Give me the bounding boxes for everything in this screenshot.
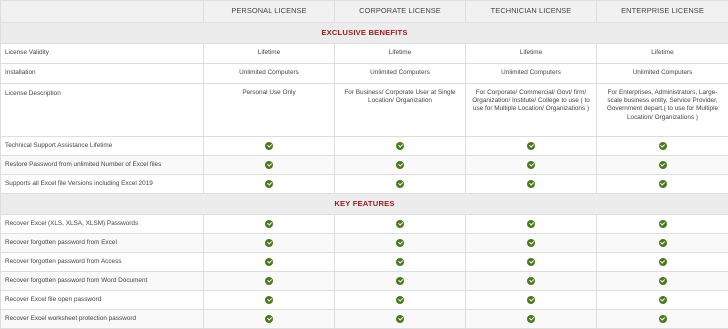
table-row-license-description: License Description Personal Use Only Fo… [1, 84, 728, 137]
row-label: Recover Excel worksheet protection passw… [1, 310, 204, 329]
check-circle-icon [265, 296, 273, 304]
table-row-restore-password: Restore Password from unlimited Number o… [1, 156, 728, 175]
cell-value: For Business/ Corporate User at Single L… [335, 84, 466, 137]
row-label: Restore Password from unlimited Number o… [1, 156, 204, 175]
check-circle-icon [527, 161, 535, 169]
cell-value: For Corporate/ Commercial/ Govt/ firm/ O… [466, 84, 597, 137]
check-circle-icon [265, 180, 273, 188]
header-blank-cell [1, 1, 204, 23]
row-label: Supports all Excel file Versions includi… [1, 175, 204, 194]
table-row-excel-versions: Supports all Excel file Versions includi… [1, 175, 728, 194]
check-circle-icon [527, 277, 535, 285]
check-circle-icon [659, 277, 667, 285]
cell-value: Unlimited Computers [466, 64, 597, 84]
row-label: Recover forgotten password from Excel [1, 234, 204, 253]
section-title: KEY FEATURES [1, 194, 728, 215]
row-label: Recover forgotten password from Access [1, 253, 204, 272]
table-row-technical-support: Technical Support Assistance Lifetime [1, 137, 728, 156]
cell-value: Personal Use Only [204, 84, 335, 137]
check-circle-icon [396, 258, 404, 266]
check-circle-icon [527, 239, 535, 247]
row-label: Recover Excel (XLS, XLSA, XLSM) Password… [1, 215, 204, 234]
check-circle-icon [396, 277, 404, 285]
cell-value: Unlimited Computers [204, 64, 335, 84]
check-circle-icon [659, 296, 667, 304]
header-technician-license: TECHNICIAN LICENSE [466, 1, 597, 23]
check-circle-icon [265, 220, 273, 228]
table-row-installation: Installation Unlimited Computers Unlimit… [1, 64, 728, 84]
check-circle-icon [396, 220, 404, 228]
cell-value: Lifetime [335, 44, 466, 64]
check-circle-icon [396, 180, 404, 188]
check-circle-icon [659, 315, 667, 323]
check-circle-icon [527, 296, 535, 304]
table-row-recover-from-excel: Recover forgotten password from Excel [1, 234, 728, 253]
section-exclusive-benefits: EXCLUSIVE BENEFITS [1, 23, 728, 44]
check-circle-icon [396, 239, 404, 247]
cell-value: For Enterprises, Administrators, Large-s… [597, 84, 728, 137]
table-row-recover-from-word: Recover forgotten password from Word Doc… [1, 272, 728, 291]
check-circle-icon [659, 258, 667, 266]
check-circle-icon [265, 315, 273, 323]
license-comparison-table: PERSONAL LICENSE CORPORATE LICENSE TECHN… [0, 0, 728, 329]
check-circle-icon [265, 161, 273, 169]
cell-value: Unlimited Computers [597, 64, 728, 84]
row-label: Recover forgotten password from Word Doc… [1, 272, 204, 291]
row-label: Technical Support Assistance Lifetime [1, 137, 204, 156]
header-enterprise-license: ENTERPRISE LICENSE [597, 1, 728, 23]
cell-value: Lifetime [597, 44, 728, 64]
check-circle-icon [527, 315, 535, 323]
check-circle-icon [265, 239, 273, 247]
row-label: License Validity [1, 44, 204, 64]
cell-value: Unlimited Computers [335, 64, 466, 84]
check-circle-icon [396, 142, 404, 150]
check-circle-icon [527, 142, 535, 150]
table-row-license-validity: License Validity Lifetime Lifetime Lifet… [1, 44, 728, 64]
table-row-worksheet-password: Recover Excel worksheet protection passw… [1, 310, 728, 329]
row-label: License Description [1, 84, 204, 137]
row-label: Recover Excel file open password [1, 291, 204, 310]
header-row: PERSONAL LICENSE CORPORATE LICENSE TECHN… [1, 1, 728, 23]
check-circle-icon [396, 315, 404, 323]
section-title: EXCLUSIVE BENEFITS [1, 23, 728, 44]
cell-value: Lifetime [466, 44, 597, 64]
check-circle-icon [659, 142, 667, 150]
check-circle-icon [659, 220, 667, 228]
check-circle-icon [396, 161, 404, 169]
check-circle-icon [396, 296, 404, 304]
header-corporate-license: CORPORATE LICENSE [335, 1, 466, 23]
check-circle-icon [659, 239, 667, 247]
check-circle-icon [527, 258, 535, 266]
header-personal-license: PERSONAL LICENSE [204, 1, 335, 23]
check-circle-icon [265, 142, 273, 150]
check-circle-icon [659, 180, 667, 188]
check-circle-icon [659, 161, 667, 169]
check-circle-icon [527, 220, 535, 228]
cell-value: Lifetime [204, 44, 335, 64]
table-row-recover-xls: Recover Excel (XLS, XLSA, XLSM) Password… [1, 215, 728, 234]
check-circle-icon [265, 277, 273, 285]
table-row-open-password: Recover Excel file open password [1, 291, 728, 310]
check-circle-icon [527, 180, 535, 188]
check-circle-icon [265, 258, 273, 266]
table-row-recover-from-access: Recover forgotten password from Access [1, 253, 728, 272]
row-label: Installation [1, 64, 204, 84]
section-key-features: KEY FEATURES [1, 194, 728, 215]
